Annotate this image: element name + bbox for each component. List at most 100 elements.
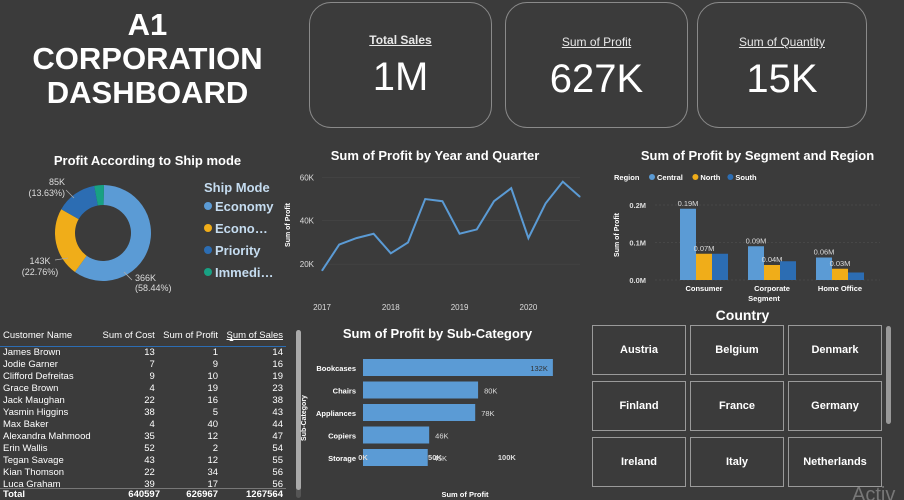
line-x-tick: 2018 — [382, 303, 400, 312]
cell-sum-of-sales: 14 — [272, 346, 283, 358]
country-italy-button[interactable]: Italy — [690, 437, 784, 487]
legend-label: Econo… — [215, 220, 268, 236]
subcategory-x-tick: 0K — [358, 453, 368, 462]
subcategory-data-label: 46K — [435, 432, 448, 441]
segment-category-label: Corporate — [754, 284, 790, 293]
cell-sum-of-cost: 35 — [144, 430, 155, 442]
cell-sum-of-cost: 38 — [144, 406, 155, 418]
subcategory-bar[interactable] — [363, 404, 476, 421]
line-point[interactable] — [562, 181, 564, 183]
col-customer-name[interactable]: Customer Name — [0, 326, 97, 346]
line-point[interactable] — [355, 237, 357, 239]
table-row[interactable]: Jodie Garner 7 9 16 — [0, 358, 286, 370]
cell-sum-of-cost: 52 — [144, 442, 155, 454]
segment-bar[interactable] — [832, 268, 848, 280]
line-point[interactable] — [338, 244, 340, 246]
col-sum-of-cost[interactable]: Sum of Cost — [97, 326, 158, 346]
table-row[interactable]: Erin Wallis 52 2 54 — [0, 442, 286, 454]
segment-y-tick: 0.1M — [629, 239, 646, 248]
line-point[interactable] — [545, 202, 547, 204]
segment-bar[interactable] — [764, 265, 780, 280]
segment-bar[interactable] — [712, 253, 728, 280]
segment-data-label: 0.09M — [746, 236, 767, 245]
line-point[interactable] — [441, 200, 443, 202]
kpi-value: 627K — [549, 57, 644, 101]
subcategory-chart-title: Sum of Profit by Sub-Category — [342, 326, 533, 341]
line-chart-title: Sum of Profit by Year and Quarter — [330, 148, 540, 163]
segment-bar[interactable] — [780, 261, 796, 280]
table-row[interactable]: Clifford Defreitas 9 10 19 — [0, 370, 286, 382]
cell-sum-of-profit: 12 — [207, 430, 219, 442]
line-point[interactable] — [390, 252, 392, 254]
line-point[interactable] — [493, 200, 495, 202]
line-point[interactable] — [373, 233, 375, 235]
country-scrollbar[interactable] — [886, 326, 891, 424]
table-row[interactable]: Jack Maughan 22 16 38 — [0, 394, 286, 406]
line-point[interactable] — [459, 233, 461, 235]
country-finland-button[interactable]: Finland — [592, 381, 686, 431]
segment-category-label: Home Office — [818, 284, 862, 293]
country-germany-button[interactable]: Germany — [788, 381, 882, 431]
customer-table: Customer Name Sum of Cost Sum of Profit … — [0, 326, 300, 500]
subcategory-label: Copiers — [328, 432, 356, 441]
table-row[interactable]: Yasmin Higgins 38 5 43 — [0, 406, 286, 418]
line-point[interactable] — [527, 237, 529, 239]
segment-x-label: Segment — [748, 294, 780, 303]
cell-sum-of-profit: 16 — [207, 394, 219, 406]
subcategory-bar[interactable] — [363, 359, 553, 376]
subcategory-label: Chairs — [333, 387, 356, 396]
table-row[interactable]: Tegan Savage 43 12 55 — [0, 454, 286, 466]
segment-bar-chart: Region Central North South 0.0M 0.1M 0.2M 0.19M… — [614, 173, 880, 303]
segment-bar[interactable] — [848, 272, 864, 281]
kpi-label: Sum of Profit — [561, 35, 632, 49]
line-point[interactable] — [476, 228, 478, 230]
subcategory-label: Bookcases — [316, 364, 356, 373]
subcategory-bar[interactable] — [363, 426, 430, 444]
line-x-tick: 2020 — [520, 303, 538, 312]
table-row[interactable]: Grace Brown 4 19 23 — [0, 382, 286, 394]
line-point[interactable] — [321, 270, 323, 272]
line-chart: 20K40K60K2017201820192020YearSum of Prof… — [285, 173, 581, 312]
cell-sum-of-profit: 12 — [207, 454, 219, 466]
subcategory-x-tick: 50K — [428, 453, 442, 462]
segment-bar[interactable] — [696, 253, 712, 280]
segment-y-tick: 0.2M — [629, 201, 646, 210]
title-line-1: A1 — [127, 7, 168, 42]
cell-sum-of-sales: 47 — [272, 430, 283, 442]
line-x-tick: 2019 — [451, 303, 469, 312]
table-row[interactable]: Kian Thomson 22 34 56 — [0, 466, 286, 478]
country-belgium-button[interactable]: Belgium — [690, 325, 784, 375]
line-point[interactable] — [424, 198, 426, 200]
cell-sum-of-profit: 1 — [212, 346, 219, 358]
line-point[interactable] — [407, 241, 409, 243]
col-sum-of-profit[interactable]: Sum of Profit — [158, 326, 221, 346]
segment-chart-title: Sum of Profit by Segment and Region — [640, 148, 875, 163]
cell-customer-name: Grace Brown — [3, 382, 59, 394]
country-ireland-button[interactable]: Ireland — [592, 437, 686, 487]
cell-customer-name: James Brown — [3, 346, 61, 358]
country-france-button[interactable]: France — [690, 381, 784, 431]
line-point[interactable] — [579, 196, 581, 198]
legend-label: Priority — [215, 242, 261, 258]
legend-dot-icon — [204, 202, 212, 210]
subcategory-data-label: 80K — [484, 387, 497, 396]
line-series-profit[interactable] — [321, 180, 581, 272]
total-sales: 1267564 — [246, 489, 283, 500]
cell-sum-of-sales: 55 — [272, 454, 283, 466]
country-netherlands-button[interactable]: Netherlands — [788, 437, 882, 487]
country-austria-button[interactable]: Austria — [592, 325, 686, 375]
cell-sum-of-sales: 16 — [272, 358, 283, 370]
country-denmark-button[interactable]: Denmark — [788, 325, 882, 375]
line-point[interactable] — [510, 187, 512, 189]
cell-sum-of-profit: 10 — [207, 370, 219, 382]
subcategory-data-label: 78K — [481, 409, 494, 418]
table-row[interactable]: Alexandra Mahmood 35 12 47 — [0, 430, 286, 442]
watermark-text: Activ — [852, 484, 896, 500]
subcategory-bar[interactable] — [363, 449, 428, 466]
subcategory-bar[interactable] — [363, 381, 479, 399]
legend-dot-icon — [204, 246, 212, 254]
table-row[interactable]: James Brown 13 1 14 — [0, 346, 286, 358]
cell-customer-name: Alexandra Mahmood — [3, 430, 91, 442]
segment-data-label: 0.06M — [814, 248, 835, 257]
table-row[interactable]: Max Baker 4 40 44 — [0, 418, 286, 430]
